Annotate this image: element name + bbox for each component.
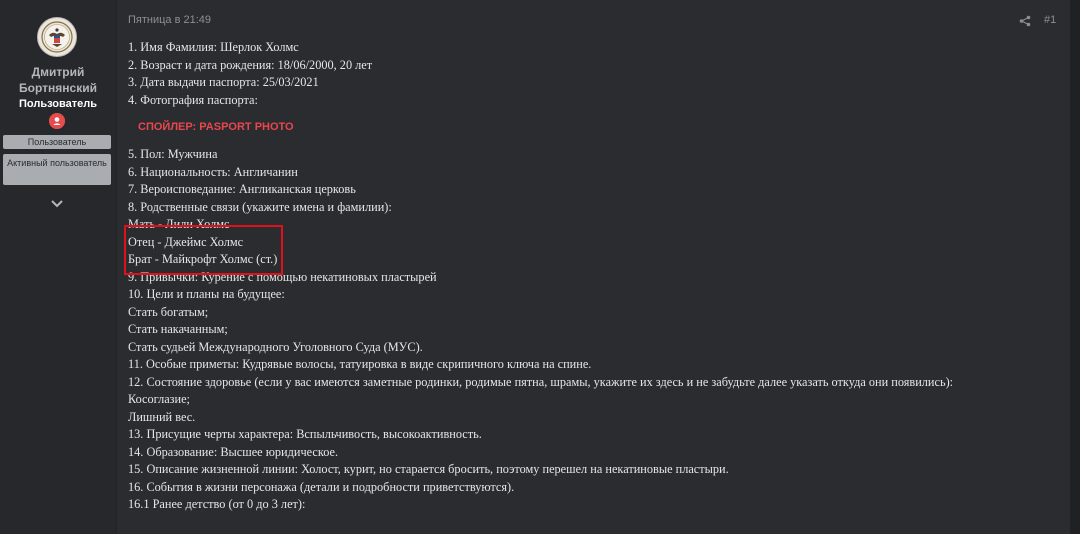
seal-emblem-icon[interactable] — [37, 17, 77, 57]
post-text-line: 4. Фотография паспорта: — [128, 92, 258, 107]
user-banner-active-member: Активный пользователь — [3, 154, 111, 185]
post-text-line: 11. Особые приметы: Кудрявые волосы, тат… — [128, 357, 592, 371]
spoiler-toggle-button[interactable]: СПОЙЛЕР: PASPORT PHOTO — [138, 120, 1048, 134]
user-role-icon — [49, 113, 65, 129]
post-text-line: 14. Образование: Высшее юридическое. — [128, 444, 339, 459]
post-text-line: 3. Дата выдачи паспорта: 25/03/2021 — [128, 75, 319, 89]
post-text-line: 16.1 Ранее детство (от 0 до 3 лет): — [128, 497, 306, 511]
post-text-line: Стать богатым; — [128, 304, 209, 319]
page-frame: Дмитрий Бортнянский Пользователь Пользов… — [0, 0, 1080, 534]
post-text-line: 16. События в жизни персонажа (детали и … — [128, 479, 515, 494]
post-text-line: 12. Состояние здоровье (если у вас имеют… — [128, 374, 954, 389]
post-text-line: 10. Цели и планы на будущее: — [128, 287, 285, 301]
post-text-line: 13. Присущие черты характера: Вспыльчиво… — [128, 427, 482, 441]
page-gutter — [1070, 0, 1080, 534]
post-text-line: 6. Национальность: Англичанин — [128, 164, 298, 179]
post-text-line: Косоглазие; — [128, 392, 190, 406]
post-number-link[interactable]: #1 — [1044, 14, 1056, 26]
user-sidebar: Дмитрий Бортнянский Пользователь Пользов… — [0, 0, 117, 534]
user-role-title: Пользователь — [18, 98, 97, 110]
post-text-line: 5. Пол: Мужчина — [128, 147, 218, 161]
lines-after-spoiler: 5. Пол: Мужчина 6. Национальность: Англич… — [128, 146, 1048, 514]
forum-post: Дмитрий Бортнянский Пользователь Пользов… — [0, 0, 1071, 534]
post-body: 1. Имя Фамилия: Шерлок Холмс 2. Возраст и… — [128, 39, 1048, 514]
post-text-line: Стать накачанным; — [128, 322, 228, 336]
username-first[interactable]: Дмитрий — [0, 64, 116, 80]
username-last[interactable]: Бортнянский — [0, 80, 116, 96]
highlight-box — [124, 225, 283, 275]
post-text-line: 7. Вероисповедание: Англиканская церковь — [128, 182, 356, 196]
lines-before-spoiler: 1. Имя Фамилия: Шерлок Холмс 2. Возраст и… — [128, 39, 1048, 109]
chevron-down-icon[interactable] — [50, 196, 64, 208]
post-text-line: 1. Имя Фамилия: Шерлок Холмс — [128, 40, 299, 54]
username[interactable]: Дмитрий Бортнянский — [0, 64, 116, 96]
post-date[interactable]: Пятница в 21:49 — [128, 14, 211, 26]
post-text-line: 15. Описание жизненной линии: Холост, ку… — [128, 462, 729, 476]
post-text-line: 2. Возраст и дата рождения: 18/06/2000, … — [128, 57, 373, 72]
post-text-line: 8. Родственные связи (укажите имена и фа… — [128, 199, 392, 214]
share-icon[interactable] — [1019, 14, 1031, 27]
post-text-line: Лишний вес. — [128, 409, 196, 424]
post-text-line: Стать судьей Международного Уголовного С… — [128, 339, 423, 354]
user-banner-member: Пользователь — [3, 135, 111, 149]
